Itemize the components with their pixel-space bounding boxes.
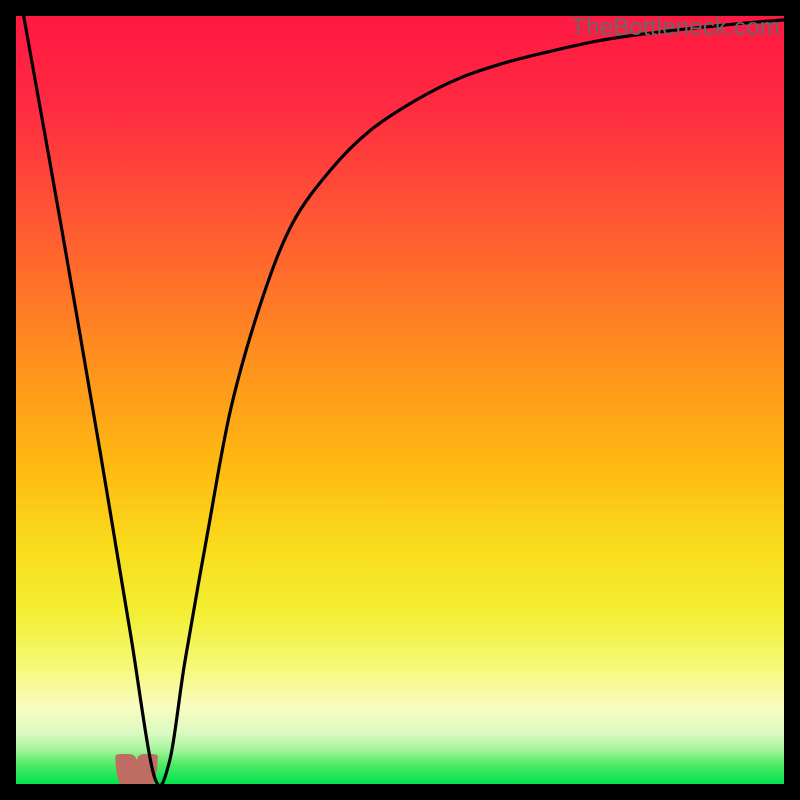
chart-frame: TheBottleneck.com [16,16,784,784]
watermark-text: TheBottleneck.com [571,14,780,42]
bottleneck-curve [16,16,784,784]
